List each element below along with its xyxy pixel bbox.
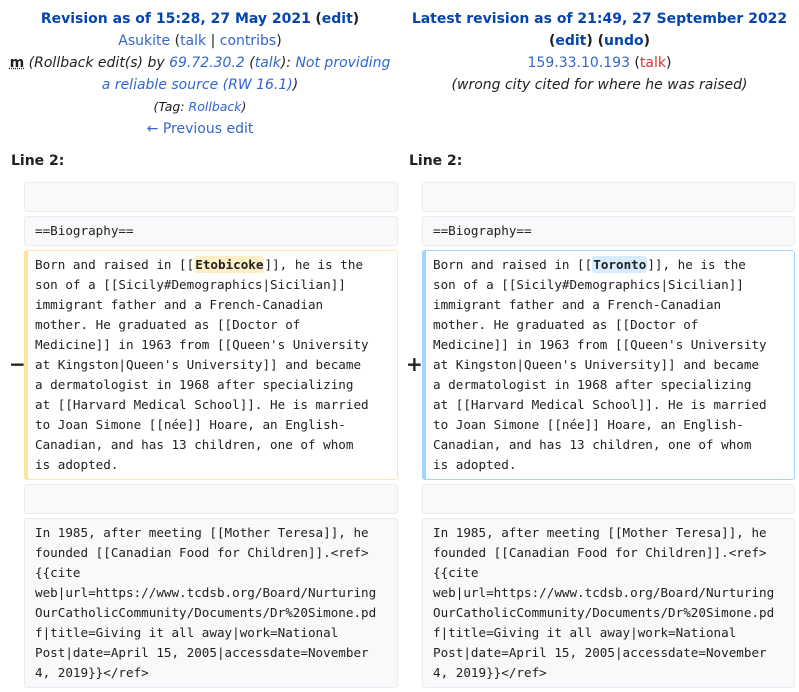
new-summary: (wrong city cited for where he was raise… — [451, 77, 748, 93]
context-empty-new — [422, 182, 795, 212]
text: ]], he is the son of a [[Sicily#Demograp… — [433, 257, 767, 472]
summary-prefix: (Rollback edit(s) by — [28, 55, 170, 71]
new-revision-header: Latest revision as of 21:49, 27 Septembe… — [400, 8, 799, 96]
new-edit-link[interactable]: edit — [555, 33, 586, 49]
context-biography-old: ==Biography== — [24, 216, 398, 246]
rollback-ip-talk-link[interactable]: talk — [255, 55, 281, 71]
context-biography-new: ==Biography== — [422, 216, 795, 246]
text: Born and raised in [[ — [35, 257, 195, 272]
old-user-talk-link[interactable]: talk — [180, 33, 206, 49]
context-empty-old — [24, 182, 398, 212]
new-user-talk-link[interactable]: talk — [640, 55, 666, 71]
previous-edit-link[interactable]: ← Previous edit — [147, 121, 254, 137]
deleted-line: Born and raised in [[Etobicoke]], he is … — [24, 250, 398, 480]
context-empty-old-2 — [24, 484, 398, 514]
tag-label: Tag: — [158, 99, 189, 114]
new-user-link[interactable]: 159.33.10.193 — [528, 55, 630, 71]
old-contribs-link[interactable]: contribs — [220, 33, 276, 49]
added-line: Born and raised in [[Toronto]], he is th… — [422, 250, 795, 480]
added-word: Toronto — [592, 256, 648, 273]
new-line-number: Line 2: — [409, 153, 463, 169]
context-para-old: In 1985, after meeting [[Mother Teresa]]… — [24, 518, 398, 688]
text: Born and raised in [[ — [433, 257, 593, 272]
undo-link[interactable]: undo — [604, 33, 644, 49]
deleted-word: Etobicoke — [194, 256, 265, 273]
old-user-link[interactable]: Asukite — [118, 33, 170, 49]
old-line-number: Line 2: — [11, 153, 65, 169]
old-revision-header: Revision as of 15:28, 27 May 2021 (edit)… — [9, 11, 391, 137]
context-para-new: In 1985, after meeting [[Mother Teresa]]… — [422, 518, 795, 688]
rollback-ip-link[interactable]: 69.72.30.2 — [169, 55, 245, 71]
context-empty-new-2 — [422, 484, 795, 514]
old-revision-link[interactable]: Revision as of 15:28, 27 May 2021 — [41, 11, 311, 27]
new-revision-link[interactable]: Latest revision as of 21:49, 27 Septembe… — [412, 11, 787, 27]
minor-edit-flag: m — [9, 55, 25, 71]
text: ]], he is the son of a [[Sicily#Demograp… — [35, 257, 369, 472]
old-edit-link[interactable]: edit — [322, 11, 353, 27]
tag-link[interactable]: Rollback — [189, 99, 242, 114]
added-marker: + — [406, 352, 423, 376]
